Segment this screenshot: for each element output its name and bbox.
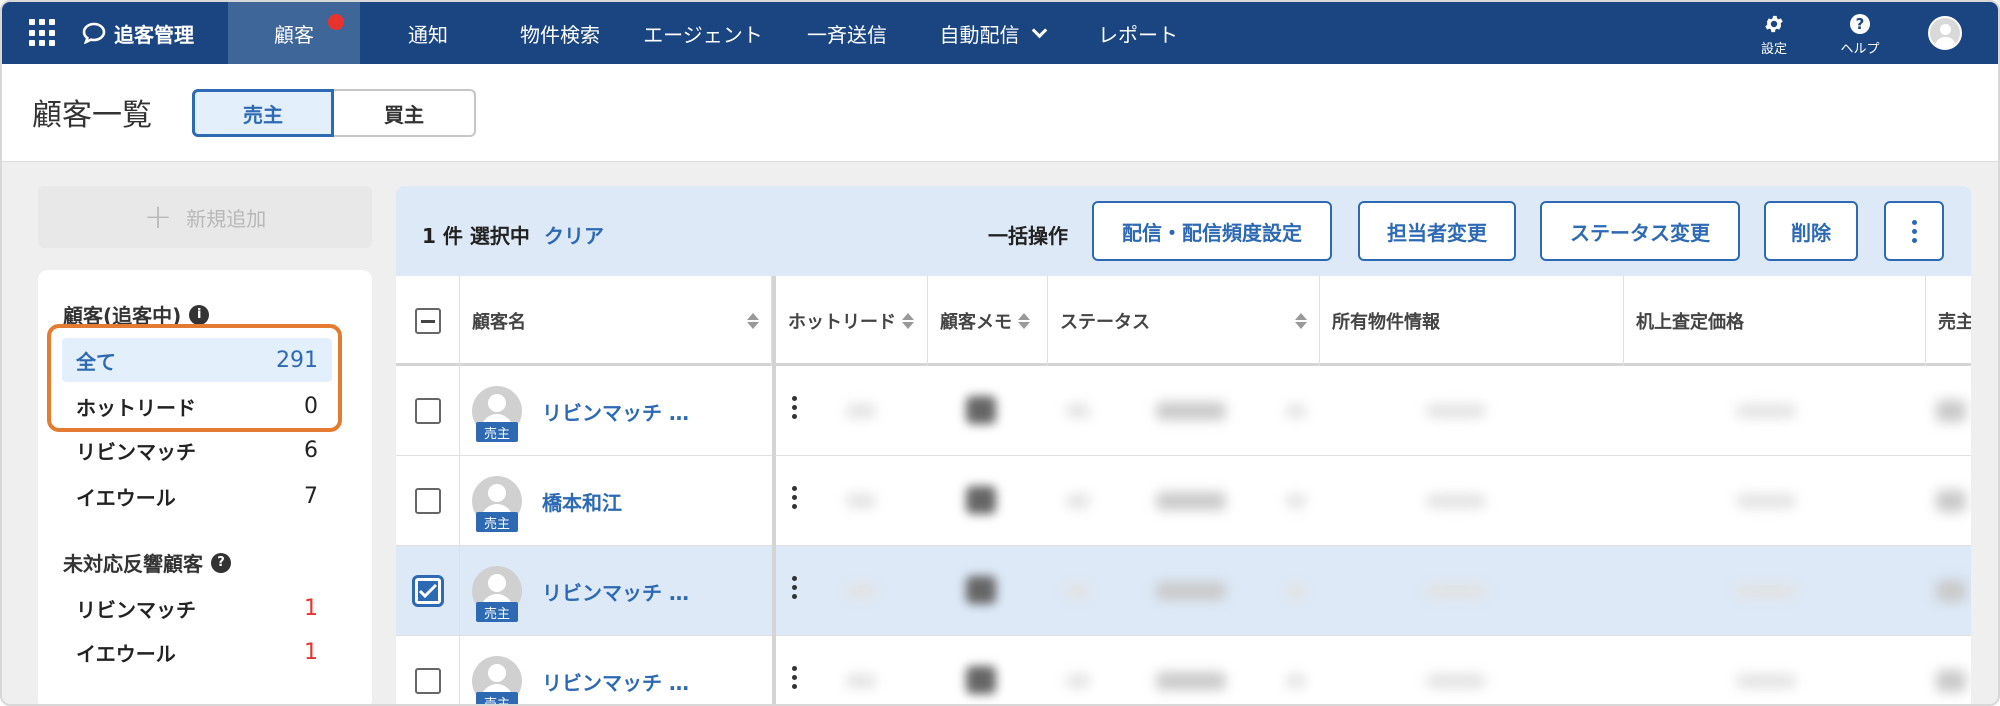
bulk-actions-label: 一括操作 xyxy=(988,224,1068,248)
col-customer-name[interactable]: 顧客名 xyxy=(460,276,772,366)
section-unresponded: 未対応反響顧客 ? xyxy=(63,548,231,577)
sort-icon xyxy=(1018,313,1030,329)
col-status[interactable]: ステータス xyxy=(1048,276,1320,366)
check-icon xyxy=(418,583,437,599)
nav-bulk-send[interactable]: 一斉送信 xyxy=(792,2,902,64)
user-avatar[interactable] xyxy=(1928,16,1962,50)
change-status-button[interactable]: ステータス変更 xyxy=(1540,201,1740,261)
filter-ieul[interactable]: イエウール 7 xyxy=(62,474,332,518)
customer-name-link[interactable]: 橋本和江 xyxy=(542,487,712,516)
segment-buyer[interactable]: 買主 xyxy=(334,89,476,137)
app-grid-icon[interactable] xyxy=(29,19,57,47)
chevron-down-icon xyxy=(1031,22,1047,38)
row-checkbox[interactable] xyxy=(414,398,441,424)
change-assignee-button[interactable]: 担当者変更 xyxy=(1358,201,1516,261)
table-row-selected[interactable]: 売主 リビンマッチ … xyxy=(396,546,1971,636)
blurred-row-data xyxy=(776,456,1971,546)
nav-report[interactable]: レポート xyxy=(1088,2,1188,64)
blurred-row-data xyxy=(776,636,1971,704)
row-checkbox[interactable] xyxy=(414,488,441,514)
table-row[interactable]: 売主 リビンマッチ … xyxy=(396,366,1971,456)
help-circle-icon[interactable]: ? xyxy=(211,552,231,573)
table-row[interactable]: 売主 リビンマッチ … xyxy=(396,636,1971,704)
brand-name: 追客管理 xyxy=(114,22,194,47)
add-new-button[interactable]: + 新規追加 xyxy=(38,186,372,248)
customer-table: 1 件 選択中 クリア 一括操作 配信・配信頻度設定 担当者変更 ステータス変更… xyxy=(396,186,1971,704)
customer-name-link[interactable]: リビンマッチ … xyxy=(542,577,712,606)
nav-notifications[interactable]: 通知 xyxy=(378,2,478,64)
nav-customers[interactable]: 顧客 xyxy=(228,2,360,64)
col-seller[interactable]: 売主 xyxy=(1926,276,1971,366)
settings-button[interactable]: 設定 xyxy=(1744,12,1804,57)
filter-livin-match[interactable]: リビンマッチ 6 xyxy=(62,428,332,472)
nav-property-search[interactable]: 物件検索 xyxy=(500,2,620,64)
segment-seller[interactable]: 売主 xyxy=(192,89,334,137)
page-header: 顧客一覧 売主 買主 xyxy=(2,64,1998,162)
bulk-toolbar: 1 件 選択中 クリア 一括操作 配信・配信頻度設定 担当者変更 ステータス変更… xyxy=(396,186,1971,276)
notification-dot xyxy=(328,14,344,30)
frozen-column-divider xyxy=(772,276,776,704)
highlight-box xyxy=(47,324,342,432)
avatar: 売主 xyxy=(472,566,522,622)
help-label: ヘルプ xyxy=(1840,42,1880,57)
selected-count: 1 件 選択中 xyxy=(422,224,530,248)
row-checkbox[interactable] xyxy=(414,668,441,694)
chat-bubble-icon xyxy=(82,22,106,45)
nav-auto-delivery[interactable]: 自動配信 xyxy=(922,2,1062,64)
col-customer-memo[interactable]: 顧客メモ xyxy=(928,276,1048,366)
sort-icon xyxy=(1295,313,1307,329)
col-property-info[interactable]: 所有物件情報 xyxy=(1320,276,1624,366)
table-header: 顧客名 ホットリード 顧客メモ ステータス 所有物件情報 机上査定価格 売主 xyxy=(396,276,1971,366)
info-icon[interactable]: i xyxy=(189,304,210,325)
seller-badge: 売主 xyxy=(476,602,518,622)
select-all-cell xyxy=(396,276,460,366)
seller-badge: 売主 xyxy=(476,422,518,442)
seller-badge: 売主 xyxy=(476,692,518,704)
brand-logo[interactable]: 追客管理 xyxy=(82,2,194,64)
seller-badge: 売主 xyxy=(476,512,518,532)
blurred-row-data xyxy=(776,546,1971,636)
col-hot-lead[interactable]: ホットリード xyxy=(776,276,928,366)
app-frame: 追客管理 顧客 通知 物件検索 エージェント 一斉送信 自動配信 レポート 設定… xyxy=(0,0,2000,706)
top-nav: 追客管理 顧客 通知 物件検索 エージェント 一斉送信 自動配信 レポート 設定… xyxy=(2,2,1998,64)
settings-label: 設定 xyxy=(1760,42,1787,57)
more-vertical-icon xyxy=(1911,219,1917,243)
row-checkbox-checked[interactable] xyxy=(411,575,444,607)
help-button[interactable]: ? ヘルプ xyxy=(1830,12,1890,57)
more-actions-button[interactable] xyxy=(1884,201,1944,261)
plus-icon: + xyxy=(143,197,173,237)
sort-icon xyxy=(902,313,914,329)
unresponded-livin-match[interactable]: リビンマッチ 1 xyxy=(62,586,332,630)
sort-icon xyxy=(747,313,759,329)
blurred-row-data xyxy=(776,366,1971,456)
nav-agent[interactable]: エージェント xyxy=(632,2,774,64)
customer-name-link[interactable]: リビンマッチ … xyxy=(542,397,712,426)
col-desk-appraisal[interactable]: 机上査定価格 xyxy=(1624,276,1926,366)
help-icon: ? xyxy=(1850,14,1870,34)
avatar: 売主 xyxy=(472,386,522,442)
table-row[interactable]: 売主 橋本和江 xyxy=(396,456,1971,546)
delivery-settings-button[interactable]: 配信・配信頻度設定 xyxy=(1092,201,1332,261)
gear-icon xyxy=(1744,12,1804,36)
avatar: 売主 xyxy=(472,476,522,532)
unresponded-ieul[interactable]: イエウール 1 xyxy=(62,630,332,674)
clear-selection-link[interactable]: クリア xyxy=(544,220,604,249)
customer-name-link[interactable]: リビンマッチ … xyxy=(542,667,712,696)
delete-button[interactable]: 削除 xyxy=(1764,201,1858,261)
page-title: 顧客一覧 xyxy=(32,98,152,133)
select-all-checkbox[interactable] xyxy=(414,308,441,334)
avatar: 売主 xyxy=(472,656,522,704)
